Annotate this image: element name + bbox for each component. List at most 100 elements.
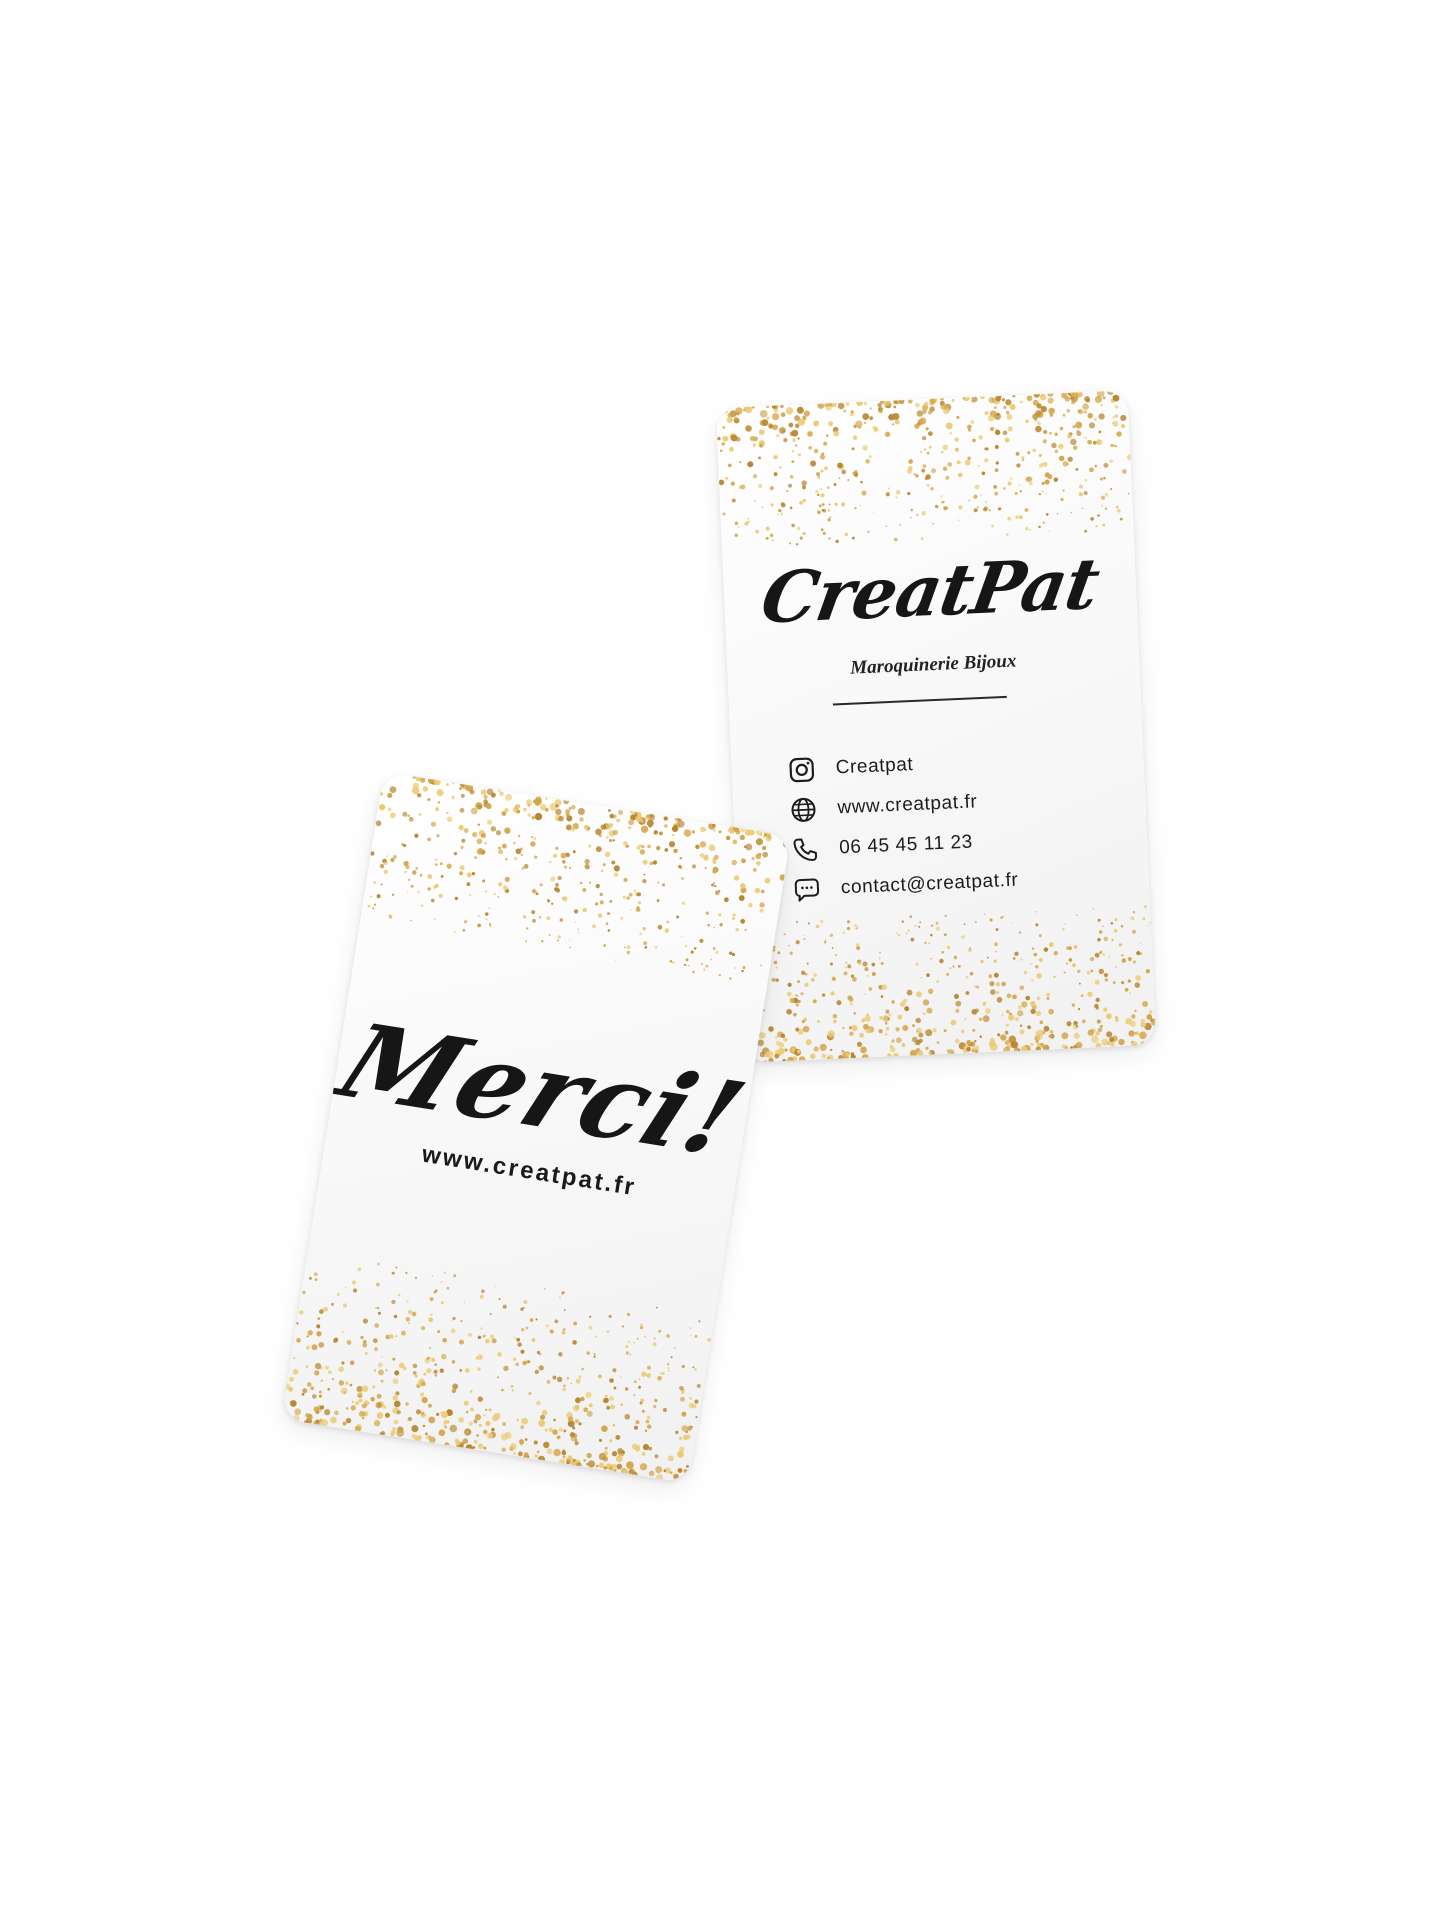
gold-dot xyxy=(437,801,441,804)
chat-bubble-icon xyxy=(794,878,820,902)
gold-dot xyxy=(468,1421,473,1426)
gold-dot xyxy=(1148,1010,1153,1014)
gold-dot xyxy=(775,966,778,969)
gold-dot xyxy=(633,1425,639,1430)
gold-dot xyxy=(1090,969,1094,973)
gold-dot xyxy=(1073,1032,1080,1039)
gold-dot xyxy=(292,1369,299,1375)
gold-dot xyxy=(780,412,786,418)
gold-dot xyxy=(460,845,464,850)
gold-dot xyxy=(723,897,729,903)
gold-dot xyxy=(1144,905,1148,909)
gold-dot xyxy=(1106,390,1115,396)
gold-dot xyxy=(1001,398,1006,402)
gold-dot xyxy=(793,1012,797,1017)
gold-dot xyxy=(974,484,980,490)
gold-dot xyxy=(895,1027,900,1032)
gold-dot xyxy=(1128,1030,1135,1037)
gold-dot xyxy=(734,967,737,970)
gold-dot xyxy=(1019,985,1025,991)
gold-dot xyxy=(346,1339,352,1345)
gold-dot xyxy=(640,825,649,833)
gold-dot xyxy=(1003,487,1006,490)
gold-dot xyxy=(1071,1003,1076,1007)
gold-dot xyxy=(488,1408,492,1412)
gold-dot xyxy=(884,1021,888,1025)
gold-dot xyxy=(654,946,658,949)
gold-dot xyxy=(520,1327,525,1332)
gold-dot xyxy=(928,445,932,449)
gold-dot xyxy=(1095,525,1098,528)
gold-dot xyxy=(595,1464,599,1468)
gold-dot xyxy=(427,798,431,802)
gold-dot xyxy=(980,959,984,964)
gold-dot xyxy=(458,824,464,831)
gold-dot xyxy=(393,1400,401,1408)
gold-dot xyxy=(787,982,792,987)
gold-dot xyxy=(568,866,572,869)
gold-dot xyxy=(351,1400,355,1404)
contact-list: Creatpat www.creatpat.fr 06 45 45 11 23 xyxy=(787,736,1124,910)
gold-dot xyxy=(1100,495,1106,500)
gold-dot xyxy=(499,791,504,796)
gold-dot xyxy=(860,1046,867,1054)
gold-dot xyxy=(379,792,384,796)
gold-dot xyxy=(910,517,912,519)
gold-dot xyxy=(1045,493,1048,495)
gold-dot xyxy=(849,1031,854,1036)
gold-dot xyxy=(421,1396,428,1404)
gold-dot xyxy=(520,853,523,856)
gold-dot xyxy=(952,965,955,968)
gold-dot xyxy=(820,528,824,532)
gold-dot xyxy=(345,1381,349,1386)
gold-dot xyxy=(1136,950,1141,956)
gold-dot xyxy=(574,1419,579,1424)
gold-dot xyxy=(920,977,923,979)
gold-dot xyxy=(821,1053,827,1059)
gold-dot xyxy=(813,420,820,427)
gold-dot xyxy=(572,850,576,854)
gold-dot xyxy=(624,1387,629,1391)
gold-dot xyxy=(1038,525,1041,529)
gold-dot xyxy=(1075,421,1083,429)
gold-dot xyxy=(991,524,995,528)
gold-dot xyxy=(642,927,646,931)
gold-dot xyxy=(429,1297,434,1302)
gold-dot xyxy=(693,947,697,950)
gold-dot xyxy=(1103,476,1106,480)
gold-dot xyxy=(946,972,950,976)
gold-dot xyxy=(646,1415,651,1420)
gold-dot xyxy=(380,1430,386,1436)
gold-dot xyxy=(858,504,861,507)
gold-dot xyxy=(1127,492,1130,495)
gold-dot xyxy=(1087,991,1093,997)
gold-dot xyxy=(400,1330,406,1336)
gold-dot xyxy=(1017,1005,1022,1010)
gold-dot xyxy=(994,942,998,947)
gold-dot xyxy=(809,1053,816,1060)
gold-dot xyxy=(1006,414,1013,420)
gold-dot xyxy=(558,1458,566,1466)
gold-dot xyxy=(336,1292,341,1297)
gold-dot xyxy=(772,412,780,421)
gold-dot xyxy=(1095,997,1100,1003)
gold-dot xyxy=(977,464,980,468)
gold-dot xyxy=(1035,911,1038,913)
gold-dot xyxy=(440,874,444,878)
gold-dot xyxy=(795,1003,799,1007)
gold-dot xyxy=(641,1451,646,1456)
gold-dot xyxy=(835,539,839,544)
gold-dot xyxy=(553,1418,557,1422)
gold-dot xyxy=(589,881,592,884)
gold-dot xyxy=(406,1300,409,1303)
gold-dot xyxy=(761,506,764,509)
gold-dot xyxy=(989,981,995,987)
contact-phone-text: 06 45 45 11 23 xyxy=(838,831,974,859)
gold-dot xyxy=(764,877,771,884)
gold-dot xyxy=(868,455,872,458)
gold-dot xyxy=(605,922,609,926)
gold-dot xyxy=(940,495,943,498)
gold-dot xyxy=(656,845,661,851)
gold-dot xyxy=(451,795,456,800)
gold-dot xyxy=(796,543,799,546)
